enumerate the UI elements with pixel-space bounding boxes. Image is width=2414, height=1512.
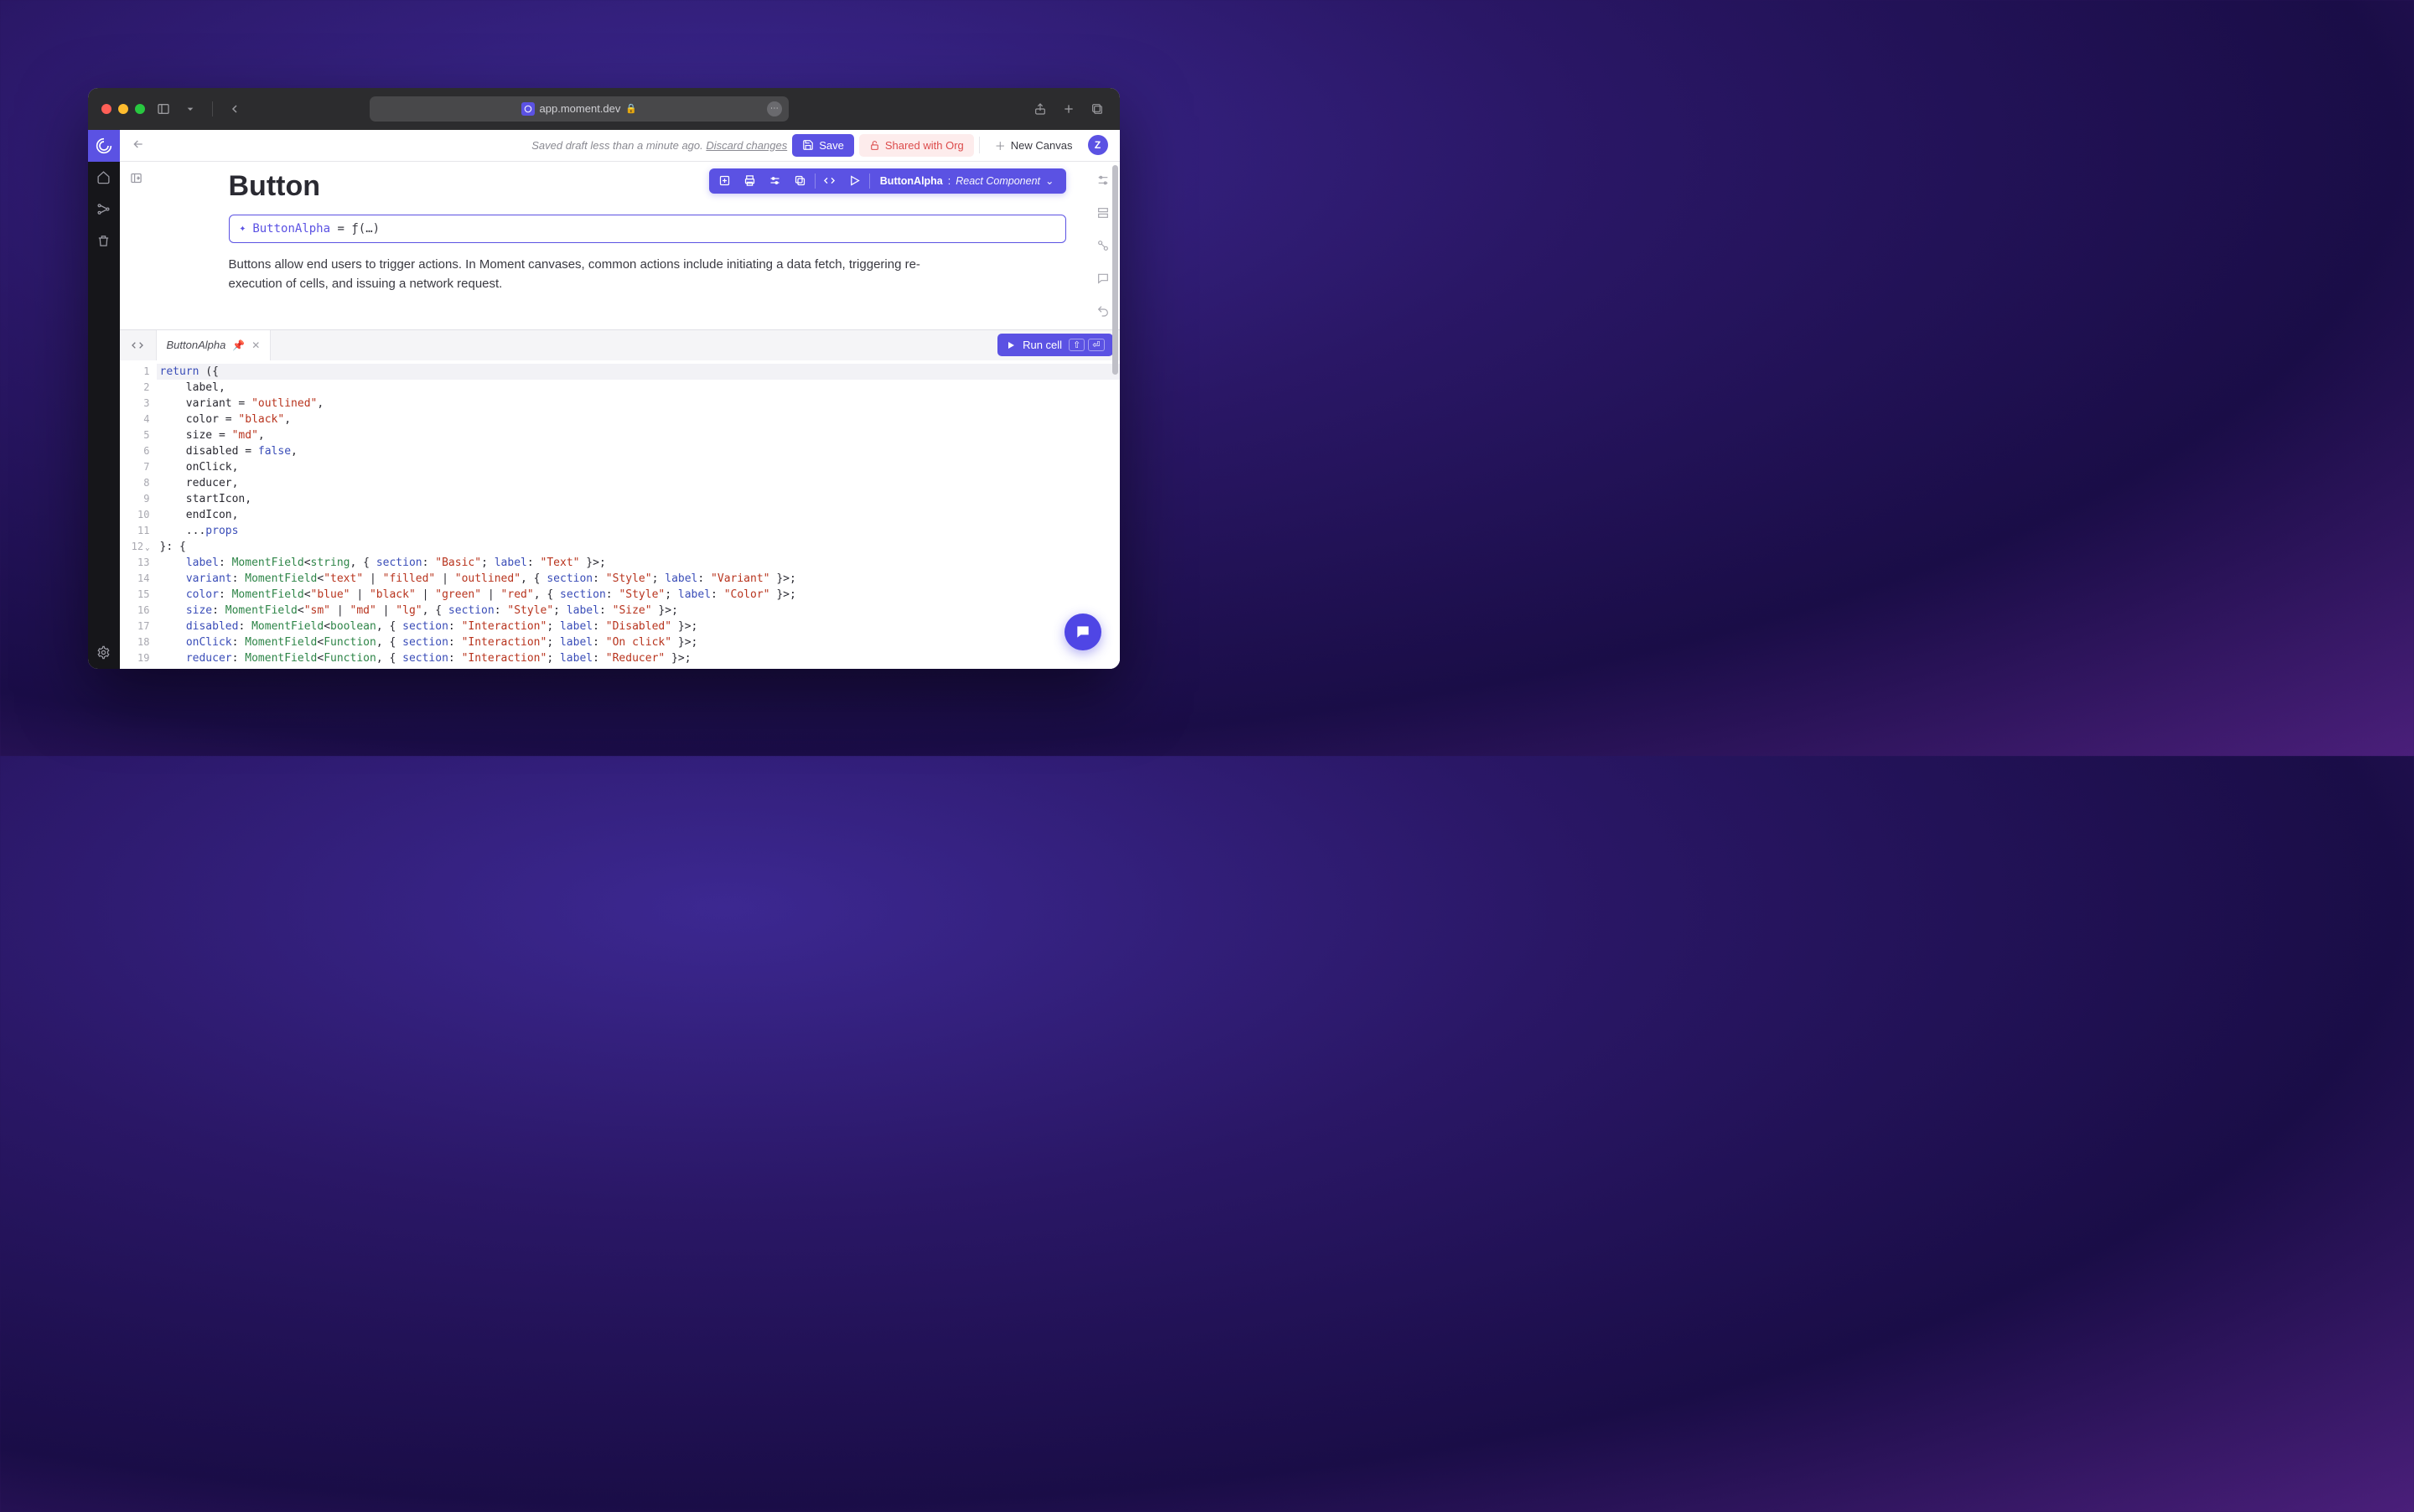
code-zone: ButtonAlpha 📌 ✕ Run cell ⇧⏎ 123456789101…: [120, 329, 1120, 669]
page-options-icon[interactable]: ⋯: [767, 101, 782, 117]
nav-back-icon[interactable]: [132, 137, 145, 153]
browser-window: app.moment.dev 🔒 ⋯: [88, 88, 1120, 669]
avatar[interactable]: Z: [1088, 135, 1108, 155]
trash-icon[interactable]: [88, 225, 120, 257]
left-rail: [88, 130, 120, 669]
tab-dropdown-icon[interactable]: [182, 101, 199, 117]
scrollbar-thumb[interactable]: [1112, 165, 1118, 375]
cell-toolbar: ButtonAlpha: React Component ⌄: [709, 168, 1066, 194]
close-window-icon[interactable]: [101, 104, 111, 114]
pin-icon[interactable]: 📌: [232, 339, 245, 351]
app-logo-icon[interactable]: [88, 130, 120, 162]
new-tab-icon[interactable]: [1060, 101, 1077, 117]
sparkle-icon: ✦: [240, 222, 246, 235]
save-button-label: Save: [819, 139, 844, 152]
comment-icon[interactable]: [1096, 272, 1110, 289]
settings-icon[interactable]: [88, 637, 120, 669]
code-tab-active[interactable]: ButtonAlpha 📌 ✕: [157, 330, 272, 360]
code-panel-icon[interactable]: [120, 330, 157, 360]
home-icon[interactable]: [88, 162, 120, 194]
plus-icon: ＋: [995, 137, 1006, 153]
site-favicon-icon: [521, 102, 535, 116]
sliders-icon[interactable]: [763, 168, 788, 194]
code-editor[interactable]: 123456789101112 ⌄13141516171819202122 ⌄2…: [120, 360, 1120, 669]
minimize-window-icon[interactable]: [118, 104, 128, 114]
code-content[interactable]: return ({ label, variant = "outlined", c…: [157, 360, 1120, 669]
lock-icon: 🔒: [625, 103, 637, 114]
shared-status-label: Shared with Org: [885, 139, 964, 152]
tabs-overview-icon[interactable]: [1089, 101, 1106, 117]
main-column: Saved draft less than a minute ago. Disc…: [120, 130, 1120, 669]
run-cell-button[interactable]: Run cell ⇧⏎: [997, 334, 1112, 356]
new-canvas-label: New Canvas: [1011, 139, 1073, 152]
adjust-icon[interactable]: [1096, 173, 1110, 191]
undo-icon[interactable]: [1096, 304, 1110, 322]
document-area: Button ButtonAlpha: React Component ⌄: [120, 162, 1120, 329]
zoom-window-icon[interactable]: [135, 104, 145, 114]
window-controls: [101, 104, 145, 114]
collapse-outline-icon[interactable]: [130, 172, 142, 329]
draft-status-text: Saved draft less than a minute ago. Disc…: [531, 139, 787, 152]
discard-changes-link[interactable]: Discard changes: [706, 139, 787, 152]
description-text: Buttons allow end users to trigger actio…: [229, 255, 941, 294]
code-icon[interactable]: [817, 168, 842, 194]
copy-icon[interactable]: [788, 168, 813, 194]
titlebar: app.moment.dev 🔒 ⋯: [88, 88, 1120, 130]
app-topbar: Saved draft less than a minute ago. Disc…: [120, 130, 1120, 162]
new-canvas-button[interactable]: ＋ New Canvas: [985, 132, 1083, 158]
share-icon[interactable]: [1032, 101, 1049, 117]
cell-expr: = ƒ(…): [330, 222, 380, 236]
play-icon[interactable]: [842, 168, 868, 194]
graph-icon[interactable]: [88, 194, 120, 225]
cell-signature-box[interactable]: ✦ ButtonAlpha = ƒ(…): [229, 215, 1066, 243]
address-bar[interactable]: app.moment.dev 🔒 ⋯: [370, 96, 789, 122]
code-tab-label: ButtonAlpha: [167, 339, 226, 351]
cell-name: ButtonAlpha: [252, 222, 330, 236]
chat-fab-icon[interactable]: [1065, 614, 1101, 650]
sidebar-toggle-icon[interactable]: [155, 101, 172, 117]
layout-icon[interactable]: [1096, 206, 1110, 224]
app-body: Saved draft less than a minute ago. Disc…: [88, 130, 1120, 669]
run-cell-label: Run cell: [1023, 339, 1062, 351]
code-tabs: ButtonAlpha 📌 ✕ Run cell ⇧⏎: [120, 330, 1120, 360]
cell-toolbar-name: ButtonAlpha: [880, 175, 943, 187]
shared-status-button[interactable]: Shared with Org: [859, 134, 974, 157]
keyboard-hint: ⇧⏎: [1069, 339, 1104, 351]
back-icon[interactable]: [226, 101, 243, 117]
cell-toolbar-type: React Component: [956, 175, 1040, 187]
save-button[interactable]: Save: [792, 134, 854, 157]
cell-type-dropdown[interactable]: ButtonAlpha: React Component ⌄: [872, 174, 1063, 187]
close-tab-icon[interactable]: ✕: [251, 339, 260, 351]
link-icon[interactable]: [1096, 239, 1110, 256]
line-gutter: 123456789101112 ⌄13141516171819202122 ⌄2…: [120, 360, 157, 669]
chevron-down-icon: ⌄: [1045, 174, 1054, 187]
url-host: app.moment.dev: [540, 102, 621, 115]
insert-cell-icon[interactable]: [712, 168, 738, 194]
print-icon[interactable]: [738, 168, 763, 194]
